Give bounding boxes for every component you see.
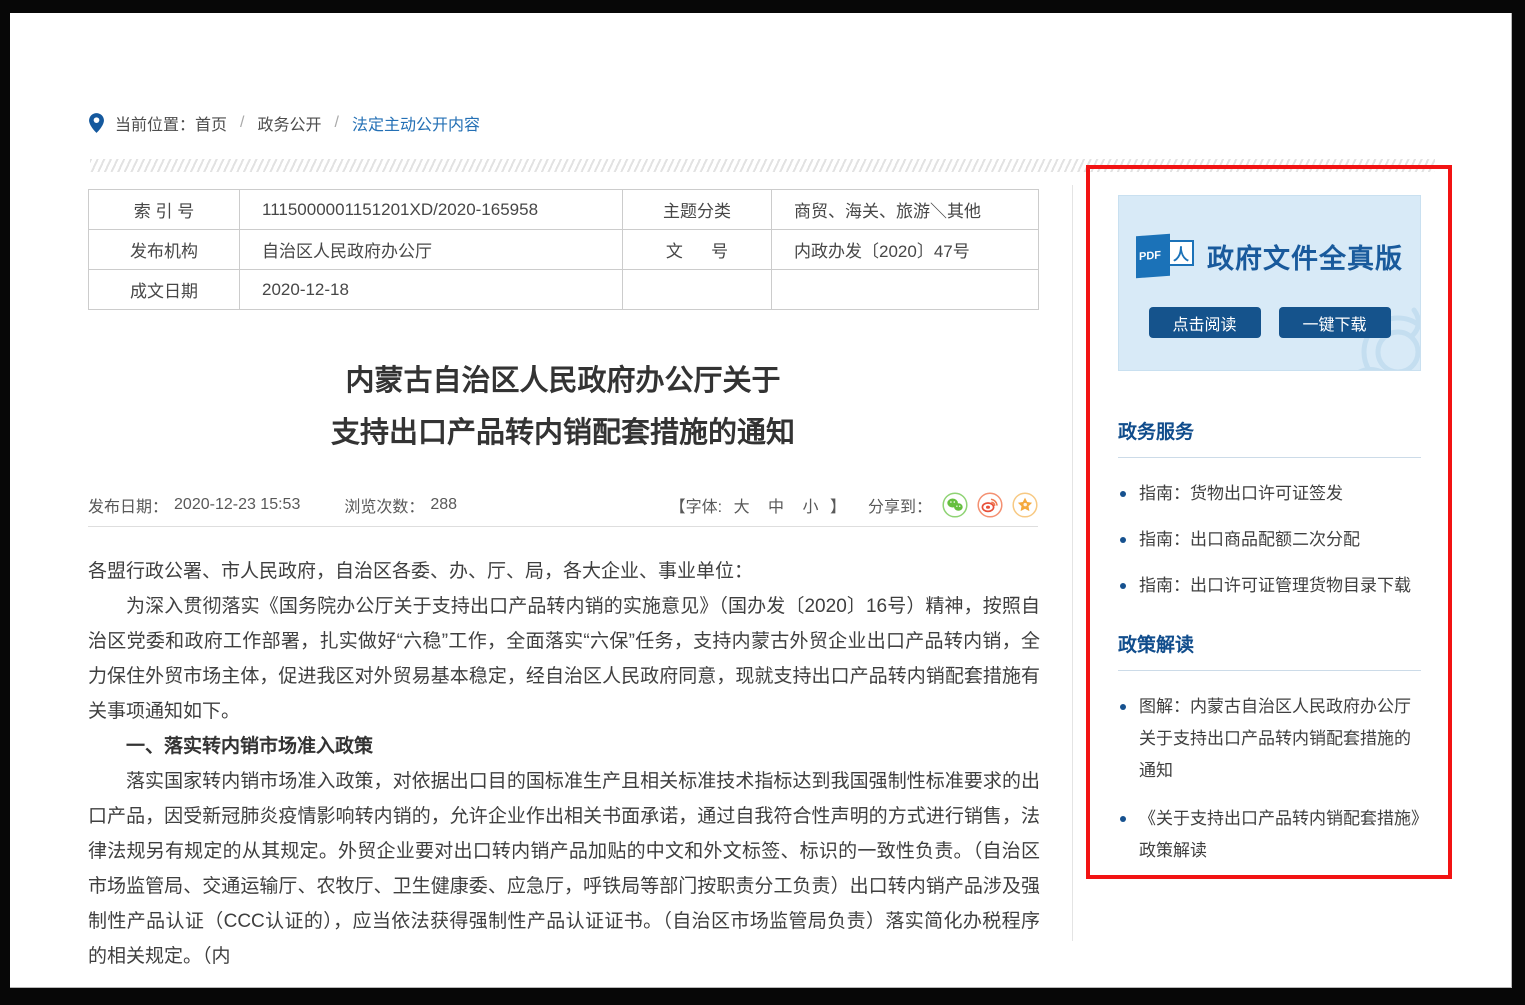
list-item-policy-1[interactable]: 图解：内蒙古自治区人民政府办公厅关于支持出口产品转内销配套措施的通知	[1118, 691, 1421, 787]
breadcrumb-separator: /	[240, 114, 244, 132]
section-title-services: 政务服务	[1118, 417, 1421, 444]
meta-label-topic: 主题分类	[623, 190, 772, 230]
section-divider	[1118, 457, 1421, 458]
meta-value-doc-no: 内政办发〔2020〕47号	[772, 230, 1039, 270]
read-online-button[interactable]: 点击阅读	[1149, 307, 1261, 338]
download-button[interactable]: 一键下载	[1279, 307, 1391, 338]
breadcrumb-label: 当前位置：	[115, 111, 195, 135]
sidebar-highlight-box: PDF 人 政府文件全真版 点击阅读 一键下载 政务服务 指南：货物出口许可证签…	[1086, 165, 1452, 879]
font-size-control: 【字体: 大 中 小 】	[670, 493, 846, 517]
font-size-medium-button[interactable]: 中	[768, 499, 784, 516]
wechat-share-icon[interactable]	[942, 492, 968, 518]
sidebar-section-policy: 政策解读 图解：内蒙古自治区人民政府办公厅关于支持出口产品转内销配套措施的通知 …	[1118, 630, 1421, 867]
share-label: 分享到：	[868, 493, 932, 517]
pdf-reader-badge-icon: 人	[1168, 240, 1194, 266]
share-icons	[942, 492, 1038, 518]
pdf-card-header: PDF 人 政府文件全真版	[1119, 196, 1420, 280]
pdf-card-title: 政府文件全真版	[1207, 237, 1403, 276]
publish-date-value: 2020-12-23 15:53	[174, 496, 300, 514]
article-section-heading: 一、落实转内销市场准入政策	[88, 729, 1040, 764]
services-list: 指南：货物出口许可证签发 指南：出口商品配额二次分配 指南：出口许可证管理货物目…	[1118, 478, 1421, 602]
breadcrumb: 当前位置： 首页 / 政务公开 / 法定主动公开内容	[88, 111, 480, 135]
font-size-small-button[interactable]: 小	[803, 499, 819, 516]
pdf-doc-shape: PDF	[1136, 234, 1170, 278]
page: 当前位置： 首页 / 政务公开 / 法定主动公开内容 索 引 号 1115000…	[10, 13, 1512, 988]
font-size-suffix: 】	[830, 499, 846, 516]
article-paragraph: 落实国家转内销市场准入政策，对依据出口目的国标准生产且相关标准技术指标达到我国强…	[88, 764, 1040, 974]
meta-label-doc-no: 文 号	[623, 230, 772, 270]
breadcrumb-current[interactable]: 法定主动公开内容	[352, 111, 480, 135]
publish-info-left: 发布日期： 2020-12-23 15:53 浏览次数： 288	[88, 493, 457, 517]
meta-label-date: 成文日期	[89, 270, 240, 310]
list-item-policy-2[interactable]: 《关于支持出口产品转内销配套措施》政策解读	[1118, 803, 1421, 867]
page-title: 内蒙古自治区人民政府办公厅关于 支持出口产品转内销配套措施的通知	[88, 355, 1038, 459]
location-pin-icon	[88, 112, 105, 134]
section-title-policy: 政策解读	[1118, 630, 1421, 657]
font-size-prefix: 【字体:	[670, 499, 722, 516]
weibo-share-icon[interactable]	[977, 492, 1003, 518]
meta-value-issuer: 自治区人民政府办公厅	[240, 230, 623, 270]
views-label: 浏览次数：	[344, 493, 424, 517]
table-row: 发布机构 自治区人民政府办公厅 文 号 内政办发〔2020〕47号	[89, 230, 1039, 270]
publish-date-label: 发布日期：	[88, 493, 168, 517]
publish-info-row: 发布日期： 2020-12-23 15:53 浏览次数： 288 【字体: 大 …	[88, 483, 1038, 527]
document-meta-table: 索 引 号 1115000001151201XD/2020-165958 主题分…	[88, 189, 1039, 310]
meta-value-date: 2020-12-18	[240, 270, 623, 310]
sidebar-section-services: 政务服务 指南：货物出口许可证签发 指南：出口商品配额二次分配 指南：出口许可证…	[1118, 417, 1421, 602]
meta-value-topic: 商贸、海关、旅游＼其他	[772, 190, 1039, 230]
publish-info-right: 【字体: 大 中 小 】 分享到：	[670, 492, 1038, 518]
pdf-file-icon: PDF 人	[1136, 232, 1194, 280]
page-title-line2: 支持出口产品转内销配套措施的通知	[88, 407, 1038, 459]
sidebar-divider-line	[1072, 185, 1073, 941]
breadcrumb-separator: /	[335, 114, 339, 132]
article-body: 各盟行政公署、市人民政府，自治区各委、办、厅、局，各大企业、事业单位： 为深入贯…	[88, 554, 1040, 974]
meta-value-empty	[772, 270, 1039, 310]
qzone-share-icon[interactable]	[1012, 492, 1038, 518]
views-count: 288	[430, 496, 457, 514]
breadcrumb-gov-disclosure[interactable]: 政务公开	[257, 111, 321, 135]
section-divider	[1118, 670, 1421, 671]
article-paragraph: 各盟行政公署、市人民政府，自治区各委、办、厅、局，各大企业、事业单位：	[88, 554, 1040, 589]
list-item-service-2[interactable]: 指南：出口商品配额二次分配	[1118, 524, 1421, 556]
policy-list: 图解：内蒙古自治区人民政府办公厅关于支持出口产品转内销配套措施的通知 《关于支持…	[1118, 691, 1421, 867]
page-title-line1: 内蒙古自治区人民政府办公厅关于	[88, 355, 1038, 407]
breadcrumb-home[interactable]: 首页	[195, 111, 227, 135]
meta-label-issuer: 发布机构	[89, 230, 240, 270]
meta-label-empty	[623, 270, 772, 310]
pdf-fulltext-card: PDF 人 政府文件全真版 点击阅读 一键下载	[1118, 195, 1421, 371]
meta-label-index-no: 索 引 号	[89, 190, 240, 230]
list-item-service-3[interactable]: 指南：出口许可证管理货物目录下载	[1118, 570, 1421, 602]
meta-value-index-no: 1115000001151201XD/2020-165958	[240, 190, 623, 230]
list-item-service-1[interactable]: 指南：货物出口许可证签发	[1118, 478, 1421, 510]
pdf-card-buttons: 点击阅读 一键下载	[1119, 307, 1420, 338]
table-row: 索 引 号 1115000001151201XD/2020-165958 主题分…	[89, 190, 1039, 230]
font-size-large-button[interactable]: 大	[734, 499, 750, 516]
table-row: 成文日期 2020-12-18	[89, 270, 1039, 310]
article-paragraph: 为深入贯彻落实《国务院办公厅关于支持出口产品转内销的实施意见》（国办发〔2020…	[88, 589, 1040, 729]
